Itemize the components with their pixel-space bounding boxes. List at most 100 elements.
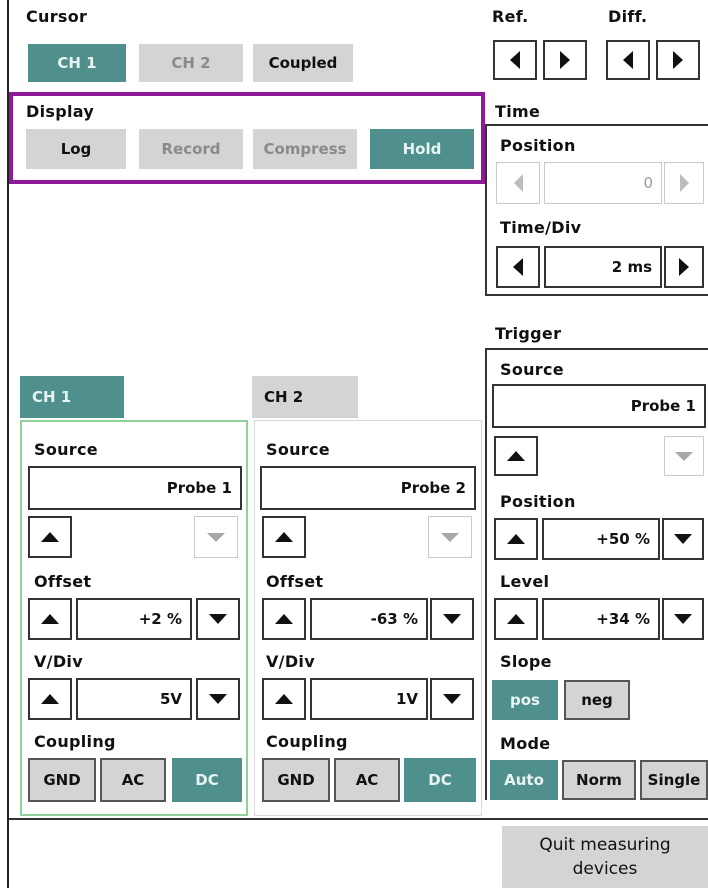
arrow-down-icon [674,614,692,624]
trigger-position-down-button[interactable] [662,518,704,560]
diff-label: Diff. [608,7,648,26]
slope-neg-button[interactable]: neg [564,680,630,720]
ch2-coupling-gnd-button[interactable]: GND [262,758,330,802]
cursor-coupled-button[interactable]: Coupled [253,44,353,82]
trigger-source-value[interactable]: Probe 1 [492,384,706,428]
arrow-down-icon [209,614,227,624]
ch1-coupling-label: Coupling [34,732,116,751]
ch1-source-down-button[interactable] [194,516,238,558]
arrow-up-icon [275,614,293,624]
ch1-source-up-button[interactable] [28,516,72,558]
diff-right-button[interactable] [656,40,700,80]
arrow-left-icon [513,258,523,276]
ch1-vdiv-up-button[interactable] [28,678,72,720]
arrow-up-icon [507,614,525,624]
ch1-offset-up-button[interactable] [28,598,72,640]
arrow-left-icon [513,174,523,192]
arrow-right-icon [679,174,689,192]
diff-left-button[interactable] [606,40,650,80]
mode-single-button[interactable]: Single [640,760,708,800]
arrow-up-icon [275,694,293,704]
arrow-down-icon [441,532,459,542]
cursor-label: Cursor [26,7,88,26]
ch2-vdiv-label: V/Div [266,652,315,671]
ch2-source-up-button[interactable] [262,516,306,558]
ch1-vdiv-down-button[interactable] [196,678,240,720]
slope-pos-button[interactable]: pos [492,680,558,720]
ch1-coupling-ac-button[interactable]: AC [100,758,166,802]
ch1-source-label: Source [34,440,98,459]
trigger-position-up-button[interactable] [494,518,538,560]
ch1-offset-label: Offset [34,572,92,591]
trigger-slope-label: Slope [500,652,552,671]
ch2-coupling-label: Coupling [266,732,348,751]
ch2-source-down-button[interactable] [428,516,472,558]
ch2-source-label: Source [266,440,330,459]
arrow-right-icon [679,258,689,276]
quit-measuring-devices-button[interactable]: Quit measuring devices [502,826,708,888]
cursor-ch2-button[interactable]: CH 2 [139,44,243,82]
arrow-left-icon [510,51,520,69]
trigger-level-up-button[interactable] [494,598,538,640]
ch1-vdiv-value: 5V [76,678,192,720]
arrow-up-icon [275,532,293,542]
mode-auto-button[interactable]: Auto [490,760,558,800]
ch1-coupling-dc-button[interactable]: DC [172,758,242,802]
arrow-up-icon [41,532,59,542]
ref-left-button[interactable] [493,40,537,80]
cursor-ch1-button[interactable]: CH 1 [28,44,126,82]
ch1-offset-down-button[interactable] [196,598,240,640]
trigger-position-label: Position [500,492,576,511]
ch1-vdiv-label: V/Div [34,652,83,671]
arrow-right-icon [673,51,683,69]
ch2-coupling-ac-button[interactable]: AC [334,758,400,802]
ch1-offset-value: +2 % [76,598,192,640]
time-position-value: 0 [544,162,662,204]
quit-button-line2: devices [572,859,638,879]
tab-ch2[interactable]: CH 2 [252,376,358,418]
ref-label: Ref. [492,7,529,26]
time-position-right-button[interactable] [664,162,704,204]
ch2-offset-label: Offset [266,572,324,591]
ch2-vdiv-up-button[interactable] [262,678,306,720]
ch2-coupling-dc-button[interactable]: DC [404,758,476,802]
arrow-down-icon [675,451,693,461]
trigger-mode-label: Mode [500,734,551,753]
arrow-left-icon [623,51,633,69]
arrow-down-icon [443,694,461,704]
quit-button-line1: Quit measuring [539,835,671,855]
ch1-coupling-gnd-button[interactable]: GND [28,758,96,802]
trigger-position-value: +50 % [542,518,660,560]
tab-ch1[interactable]: CH 1 [20,376,124,418]
trigger-source-label: Source [500,360,564,379]
mode-norm-button[interactable]: Norm [562,760,636,800]
ref-right-button[interactable] [543,40,587,80]
timediv-left-button[interactable] [496,246,540,288]
ch1-source-value[interactable]: Probe 1 [28,466,242,510]
ch2-vdiv-down-button[interactable] [430,678,474,720]
ch2-offset-up-button[interactable] [262,598,306,640]
arrow-up-icon [507,451,525,461]
footer-divider [9,818,708,820]
time-label: Time [495,102,541,121]
trigger-source-up-button[interactable] [494,436,538,476]
arrow-right-icon [560,51,570,69]
ch2-vdiv-value: 1V [310,678,428,720]
trigger-source-down-button[interactable] [664,436,704,476]
ch2-source-value[interactable]: Probe 2 [260,466,476,510]
arrow-up-icon [507,534,525,544]
timediv-value: 2 ms [544,246,662,288]
ch2-offset-value: -63 % [310,598,428,640]
arrow-down-icon [207,532,225,542]
arrow-up-icon [41,614,59,624]
time-position-label: Position [500,136,576,155]
arrow-down-icon [209,694,227,704]
time-position-left-button[interactable] [496,162,540,204]
trigger-level-value: +34 % [542,598,660,640]
timediv-right-button[interactable] [664,246,704,288]
ch2-offset-down-button[interactable] [430,598,474,640]
trigger-level-label: Level [500,572,550,591]
timediv-label: Time/Div [500,218,582,237]
trigger-level-down-button[interactable] [662,598,704,640]
trigger-label: Trigger [495,324,562,343]
